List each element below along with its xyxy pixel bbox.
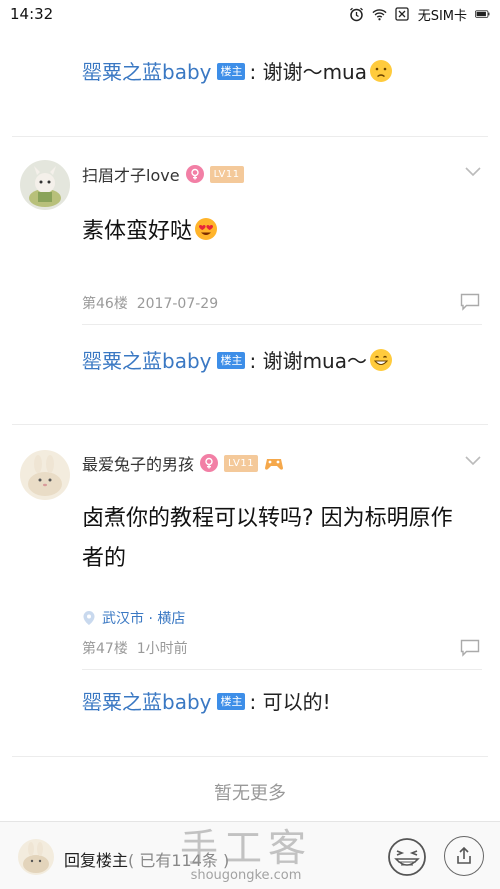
- username[interactable]: 扫眉才子love: [82, 162, 180, 186]
- divider: [82, 669, 482, 670]
- location-text: 武汉市 · 横店: [102, 611, 186, 627]
- post-meta: 第46楼 2017-07-29: [82, 293, 218, 313]
- wifi-icon: [372, 7, 387, 22]
- post-content: 素体蛮好哒: [82, 212, 462, 252]
- reply-label: 回复楼主: [64, 851, 129, 870]
- comment-icon[interactable]: [460, 639, 480, 657]
- host-reply-text: : 可以的!: [249, 690, 331, 714]
- location-pin-icon: [83, 611, 95, 625]
- divider: [82, 324, 482, 325]
- avatar[interactable]: [20, 450, 70, 500]
- worried-face-icon: [370, 59, 392, 82]
- female-icon: [185, 165, 204, 183]
- host-reply-text: : 谢谢mua～: [249, 349, 367, 373]
- host-badge: 楼主: [217, 693, 246, 710]
- level-badge: LV11: [209, 165, 244, 183]
- watermark-en: shougongke.com: [190, 868, 302, 883]
- post-content: 卤煮你的教程可以转吗? 因为标明原作者的: [82, 506, 453, 571]
- host-reply: 罂粟之蓝baby 楼主 : 谢谢mua～: [82, 345, 393, 374]
- divider: [12, 756, 488, 757]
- carrier-label: 无SIM卡: [417, 8, 467, 24]
- user-info: 扫眉才子love LV11: [82, 162, 244, 186]
- host-badge: 楼主: [217, 352, 246, 369]
- floor-number: 第46楼: [82, 296, 128, 312]
- share-icon: [457, 846, 471, 864]
- host-name-link[interactable]: 罂粟之蓝baby: [82, 686, 211, 715]
- gamepad-icon: [265, 459, 284, 470]
- post-date: 2017-07-29: [136, 296, 219, 312]
- post-meta: 第47楼 1小时前: [82, 638, 188, 658]
- location[interactable]: 武汉市 · 横店: [82, 608, 185, 628]
- grin-face-icon: [370, 348, 392, 371]
- level-badge: LV11: [224, 454, 259, 472]
- avatar[interactable]: [20, 160, 70, 210]
- avatar: [18, 839, 54, 875]
- status-icons: 无SIM卡: [349, 5, 490, 24]
- heart-eyes-face-icon: [195, 218, 218, 240]
- female-icon: [200, 454, 219, 472]
- divider: [12, 424, 488, 425]
- status-time: 14:32: [10, 5, 54, 23]
- username[interactable]: 最爱兔子的男孩: [82, 451, 194, 475]
- battery-icon: [475, 7, 490, 22]
- host-badge: 楼主: [217, 63, 246, 80]
- no-sim-icon: [395, 7, 410, 22]
- host-name-link[interactable]: 罂粟之蓝baby: [82, 345, 211, 374]
- host-reply-text: : 谢谢～mua: [249, 60, 367, 84]
- chevron-down-icon[interactable]: [464, 455, 482, 467]
- watermark: 手工客 shougongke.com: [180, 828, 312, 883]
- alarm-icon: [349, 7, 364, 22]
- divider: [12, 136, 488, 137]
- chevron-down-icon[interactable]: [464, 166, 482, 178]
- host-name-link[interactable]: 罂粟之蓝baby: [82, 56, 211, 85]
- host-reply: 罂粟之蓝baby 楼主 : 可以的!: [82, 686, 331, 715]
- status-bar: 14:32 无SIM卡: [0, 0, 500, 28]
- floor-number: 第47楼: [82, 641, 128, 657]
- watermark-cn: 手工客: [180, 826, 313, 870]
- emoji-face-icon[interactable]: [386, 836, 428, 878]
- host-reply: 罂粟之蓝baby 楼主 : 谢谢～mua: [82, 56, 393, 85]
- comment-icon[interactable]: [460, 293, 480, 311]
- user-info: 最爱兔子的男孩 LV11: [82, 451, 284, 475]
- bottom-bar: 回复楼主( 已有114条 ) 手工客 shougongke.com: [0, 821, 500, 889]
- share-button[interactable]: [444, 836, 484, 876]
- post-date: 1小时前: [136, 641, 188, 657]
- no-more-label: 暂无更多: [214, 783, 286, 804]
- post-content-text: 素体蛮好哒: [82, 219, 193, 244]
